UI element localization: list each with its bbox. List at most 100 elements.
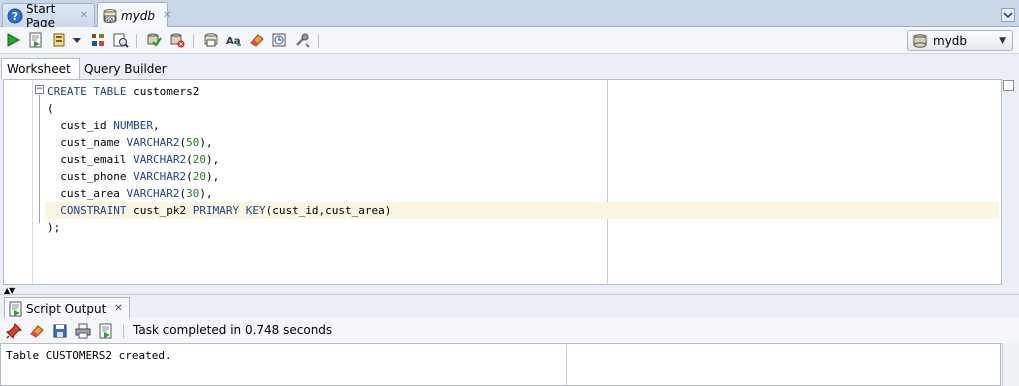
code-line[interactable]: cust_id NUMBER, xyxy=(47,117,999,134)
sql-editor[interactable]: − CREATE TABLE customers2 ( cust_id NUMBE… xyxy=(3,79,1002,285)
explain-plan-icon xyxy=(92,34,104,46)
code-token: (cust_id,cust_area) xyxy=(265,204,392,217)
fold-collapse-icon[interactable]: − xyxy=(35,85,44,94)
code-area[interactable]: CREATE TABLE customers2 ( cust_id NUMBER,… xyxy=(45,83,999,236)
change-case-icon: Aa xyxy=(226,36,241,47)
commit-icon xyxy=(147,33,162,47)
script-output-icon xyxy=(9,301,22,316)
tab-mydb[interactable]: SQL mydb ✕ xyxy=(97,2,171,28)
eraser-icon xyxy=(250,34,264,47)
autotrace-button[interactable] xyxy=(51,31,69,49)
wrench-icon xyxy=(296,33,310,48)
sql-keyword: NUMBER xyxy=(113,119,153,132)
sql-keyword: PRIMARY KEY xyxy=(192,204,266,217)
document-tab-bar: ? Start Page ✕ SQL mydb ✕ xyxy=(0,0,1019,30)
right-margin-line xyxy=(566,344,567,385)
code-token: cust_email xyxy=(47,153,134,166)
code-line[interactable]: ( xyxy=(47,100,999,117)
toolbar-separator xyxy=(318,34,319,48)
sql-history-button[interactable] xyxy=(270,31,288,49)
code-line[interactable]: cust_name VARCHAR2(50), xyxy=(47,134,999,151)
toolbar-separator xyxy=(136,34,137,48)
script-output-text-area[interactable]: Table CUSTOMERS2 created. xyxy=(0,343,1001,386)
sql-number: 20 xyxy=(192,170,206,183)
connection-name: mydb xyxy=(933,33,968,48)
caret-down-icon: ▼ xyxy=(999,36,1006,46)
tab-label: Query Builder xyxy=(84,61,167,76)
tab-query-builder[interactable]: Query Builder xyxy=(79,58,172,79)
freeze-output-button[interactable] xyxy=(5,322,23,340)
explain-plan-button[interactable] xyxy=(89,31,107,49)
tab-script-output[interactable]: Script Output ✕ xyxy=(4,297,130,319)
task-status-text: Task completed in 0.748 seconds xyxy=(133,323,333,337)
connection-select[interactable]: mydb ▼ xyxy=(907,30,1013,51)
close-icon[interactable]: ✕ xyxy=(114,303,122,314)
sql-worksheet-icon: SQL xyxy=(102,8,118,24)
pin-icon xyxy=(6,323,22,339)
line-gutter xyxy=(4,80,33,284)
editor-corner-box xyxy=(1003,80,1014,91)
sql-tuning-advisor-button[interactable] xyxy=(112,31,130,49)
close-icon[interactable]: ✕ xyxy=(80,10,88,21)
code-line[interactable]: cust_email VARCHAR2(20), xyxy=(47,151,999,168)
rollback-button[interactable] xyxy=(168,31,186,49)
output-toolbar: Task completed in 0.748 seconds xyxy=(0,318,1019,343)
code-line[interactable]: cust_phone VARCHAR2(20), xyxy=(47,168,999,185)
code-line[interactable]: ); xyxy=(47,219,999,236)
vertical-scrollbar[interactable] xyxy=(1002,343,1019,386)
print-output-button[interactable] xyxy=(74,322,92,340)
code-token: ), xyxy=(205,170,220,183)
buffer-size-button[interactable] xyxy=(97,322,115,340)
code-token: cust_name xyxy=(47,136,127,149)
history-icon xyxy=(272,33,286,47)
clear-button[interactable] xyxy=(248,31,266,49)
save-icon xyxy=(53,324,67,338)
eraser-icon xyxy=(30,325,44,338)
to-upper-lower-button[interactable]: Aa xyxy=(225,31,243,49)
autotrace-dropdown[interactable] xyxy=(71,31,83,49)
code-token: cust_area xyxy=(47,187,127,200)
sql-keyword: CREATE TABLE xyxy=(47,85,127,98)
sql-keyword: VARCHAR2 xyxy=(133,153,187,166)
code-token: ( xyxy=(186,153,193,166)
output-tab-bar: Script Output ✕ xyxy=(0,294,1019,319)
sql-number: 50 xyxy=(186,136,200,149)
code-token: ( xyxy=(47,102,54,115)
commit-button[interactable] xyxy=(145,31,163,49)
sql-keyword: VARCHAR2 xyxy=(126,187,180,200)
database-icon xyxy=(913,33,927,48)
svg-text:SQL: SQL xyxy=(106,17,115,23)
tab-label: Script Output xyxy=(26,301,107,316)
worksheet-icon xyxy=(204,33,218,47)
query-builder-tool-button[interactable] xyxy=(293,31,311,49)
code-line[interactable]: CREATE TABLE customers2 xyxy=(47,83,999,100)
code-token: ), xyxy=(205,153,220,166)
document-run-icon xyxy=(99,323,112,339)
tab-worksheet[interactable]: Worksheet xyxy=(1,58,80,79)
tab-label: mydb xyxy=(121,8,156,23)
unshared-sql-worksheet-button[interactable] xyxy=(202,31,220,49)
code-token: ( xyxy=(186,170,193,183)
sql-number: 30 xyxy=(186,187,200,200)
code-line[interactable]: CONSTRAINT cust_pk2 PRIMARY KEY(cust_id,… xyxy=(45,202,999,219)
caret-down-icon xyxy=(73,38,81,43)
print-icon xyxy=(75,323,91,339)
tab-start-page[interactable]: ? Start Page ✕ xyxy=(2,2,95,30)
run-script-button[interactable] xyxy=(27,31,45,49)
code-token: ), xyxy=(199,136,213,149)
toolbar-separator xyxy=(123,324,124,338)
run-statement-button[interactable] xyxy=(4,31,22,49)
autotrace-icon xyxy=(53,33,65,47)
clear-output-button[interactable] xyxy=(28,322,46,340)
rollback-icon xyxy=(170,33,185,48)
code-line[interactable]: cust_area VARCHAR2(30), xyxy=(47,185,999,202)
fold-guide xyxy=(39,95,40,223)
save-output-button[interactable] xyxy=(51,322,69,340)
tabs-dropdown-button[interactable] xyxy=(1001,8,1015,22)
close-icon[interactable]: ✕ xyxy=(163,10,171,21)
sql-keyword: VARCHAR2 xyxy=(133,170,187,183)
sql-keyword: VARCHAR2 xyxy=(126,136,180,149)
code-token: ); xyxy=(47,221,61,234)
code-token: cust_phone xyxy=(47,170,134,183)
